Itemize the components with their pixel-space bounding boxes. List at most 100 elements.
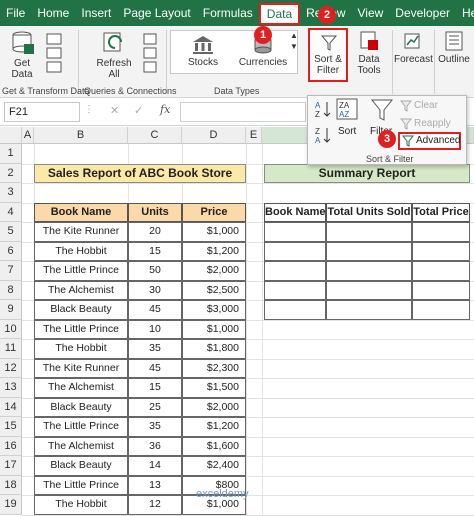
sales-cell[interactable]: Black Beauty [34, 456, 128, 476]
summary-header-total-price[interactable]: Total Price [412, 202, 470, 222]
summary-empty-cell[interactable] [412, 280, 470, 300]
sales-cell[interactable]: The Alchemist [34, 378, 128, 398]
summary-empty-cell[interactable] [326, 280, 412, 300]
summary-empty-cell[interactable] [412, 300, 470, 320]
menu-formulas[interactable]: Formulas [197, 0, 259, 26]
sales-cell[interactable]: The Alchemist [34, 280, 128, 300]
column-header-d[interactable]: D [182, 127, 246, 144]
column-header-b[interactable]: B [34, 127, 128, 144]
column-header-c[interactable]: C [128, 127, 182, 144]
sales-cell[interactable]: 35 [128, 417, 182, 437]
sales-cell[interactable]: $2,500 [182, 280, 246, 300]
fx-icon[interactable]: fx [160, 103, 170, 116]
summary-report-title[interactable]: Summary Report [264, 163, 470, 183]
sales-cell[interactable]: The Hobbit [34, 339, 128, 359]
sales-cell[interactable]: The Little Prince [34, 417, 128, 437]
row-header-4[interactable]: 4 [0, 202, 22, 222]
row-header-18[interactable]: 18 [0, 475, 22, 495]
menu-file[interactable]: File [0, 0, 31, 26]
sales-cell[interactable]: 15 [128, 241, 182, 261]
sales-cell[interactable]: 30 [128, 280, 182, 300]
summary-header-book-name[interactable]: Book Name [264, 202, 326, 222]
sales-cell[interactable]: 20 [128, 222, 182, 242]
sales-cell[interactable]: 50 [128, 261, 182, 281]
get-transform-small-icons[interactable] [42, 32, 72, 79]
menu-insert[interactable]: Insert [75, 0, 117, 26]
forecast-button[interactable]: Forecast [394, 30, 433, 65]
sales-cell[interactable]: $3,000 [182, 300, 246, 320]
summary-empty-cell[interactable] [412, 261, 470, 281]
sales-cell[interactable]: 45 [128, 358, 182, 378]
sales-cell[interactable]: 12 [128, 495, 182, 515]
sales-cell[interactable]: The Hobbit [34, 241, 128, 261]
sort-label[interactable]: Sort [338, 126, 356, 137]
row-header-16[interactable]: 16 [0, 436, 22, 456]
sort-az-icon[interactable]: AZ [314, 100, 332, 118]
sales-cell[interactable]: $2,000 [182, 261, 246, 281]
sales-cell[interactable]: The Alchemist [34, 436, 128, 456]
summary-empty-cell[interactable] [412, 241, 470, 261]
enter-icon[interactable]: ✓ [134, 104, 143, 117]
menu-help[interactable]: Help [456, 0, 474, 26]
summary-empty-cell[interactable] [264, 222, 326, 242]
sales-cell[interactable]: 35 [128, 339, 182, 359]
sales-cell[interactable]: The Hobbit [34, 495, 128, 515]
name-box[interactable]: F21 [4, 102, 80, 122]
summary-empty-cell[interactable] [326, 222, 412, 242]
sales-cell[interactable]: 10 [128, 319, 182, 339]
sales-cell[interactable]: $1,000 [182, 222, 246, 242]
sales-cell[interactable]: $1,800 [182, 339, 246, 359]
sales-cell[interactable]: $1,600 [182, 436, 246, 456]
summary-empty-cell[interactable] [264, 300, 326, 320]
sort-za-icon[interactable]: ZA [314, 126, 332, 144]
row-header-14[interactable]: 14 [0, 397, 22, 417]
summary-empty-cell[interactable] [264, 280, 326, 300]
summary-empty-cell[interactable] [326, 261, 412, 281]
sales-cell[interactable]: $1,200 [182, 417, 246, 437]
sales-cell[interactable]: The Little Prince [34, 475, 128, 495]
sales-cell[interactable]: Black Beauty [34, 300, 128, 320]
sales-cell[interactable]: 45 [128, 300, 182, 320]
summary-header-total-units-sold[interactable]: Total Units Sold [326, 202, 412, 222]
sales-cell[interactable]: 15 [128, 378, 182, 398]
row-header-10[interactable]: 10 [0, 319, 22, 339]
filter-funnel-icon[interactable] [370, 98, 394, 124]
summary-empty-cell[interactable] [326, 300, 412, 320]
get-data-button[interactable]: Get Data [6, 30, 38, 80]
row-header-2[interactable]: 2 [0, 163, 22, 183]
sales-cell[interactable]: $1,000 [182, 319, 246, 339]
name-box-dropdown-icon[interactable]: ⋮ [84, 104, 94, 115]
row-header-9[interactable]: 9 [0, 300, 22, 320]
menu-home[interactable]: Home [31, 0, 75, 26]
sales-cell[interactable]: 13 [128, 475, 182, 495]
column-header-e[interactable]: E [246, 127, 262, 144]
row-header-15[interactable]: 15 [0, 417, 22, 437]
sales-cell[interactable]: $2,000 [182, 397, 246, 417]
sort-dialog-icon[interactable]: ZAAZ [336, 98, 358, 122]
sales-cell[interactable]: The Kite Runner [34, 358, 128, 378]
refresh-all-button[interactable]: Refresh All [96, 30, 132, 80]
sales-cell[interactable]: The Little Prince [34, 319, 128, 339]
queries-small-icons[interactable] [138, 32, 164, 79]
row-header-12[interactable]: 12 [0, 358, 22, 378]
sales-cell[interactable]: The Little Prince [34, 261, 128, 281]
select-all-corner[interactable] [0, 127, 22, 144]
sort-filter-button[interactable]: Sort & Filter [308, 28, 348, 82]
column-header-a[interactable]: A [22, 127, 34, 144]
summary-empty-cell[interactable] [326, 241, 412, 261]
summary-empty-cell[interactable] [412, 222, 470, 242]
menu-view[interactable]: View [352, 0, 390, 26]
data-tools-button[interactable]: Data Tools [354, 30, 384, 76]
row-header-1[interactable]: 1 [0, 144, 22, 164]
sales-header-book-name[interactable]: Book Name [34, 202, 128, 222]
row-header-5[interactable]: 5 [0, 222, 22, 242]
row-header-17[interactable]: 17 [0, 456, 22, 476]
sales-report-title[interactable]: Sales Report of ABC Book Store [34, 163, 246, 183]
summary-empty-cell[interactable] [264, 261, 326, 281]
row-header-6[interactable]: 6 [0, 241, 22, 261]
row-header-3[interactable]: 3 [0, 183, 22, 203]
sales-cell[interactable]: $1,200 [182, 241, 246, 261]
advanced-filter-button[interactable]: Advanced [398, 132, 461, 150]
row-header-13[interactable]: 13 [0, 378, 22, 398]
sales-cell[interactable]: $2,300 [182, 358, 246, 378]
